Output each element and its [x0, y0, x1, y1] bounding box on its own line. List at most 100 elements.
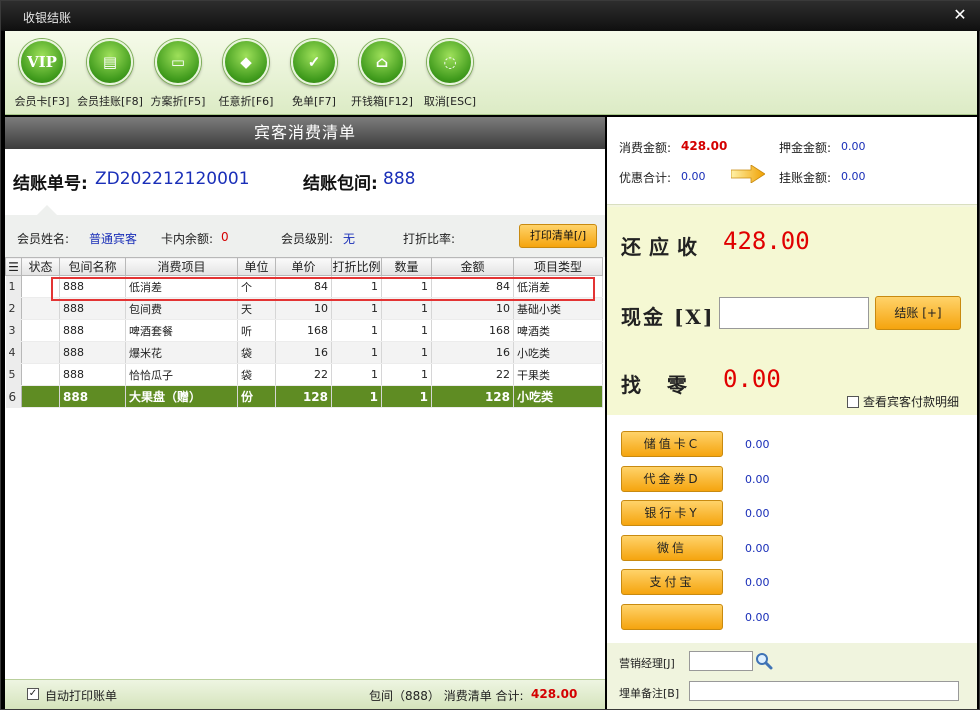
payment-value-2: 0.00 — [745, 507, 770, 520]
deposit-value: 0.00 — [841, 140, 866, 153]
cell-type: 基础小类 — [513, 297, 603, 320]
scheme-discount-icon: ▭ — [155, 39, 201, 85]
cell-discount: 1 — [331, 297, 382, 320]
remark-input[interactable] — [689, 681, 959, 701]
toolbar-button-5[interactable]: ⌂ 开钱箱[F12] — [349, 39, 415, 113]
member-name-label: 会员姓名: — [17, 232, 70, 246]
cell-room: 888 — [59, 385, 126, 408]
consumption-table: ☰ 状态 包间名称 消费项目 单位 单价 打折比例 数量 金额 项目类型 1 888 低消差个 84 1 1… — [5, 257, 605, 408]
cell-amount: 128 — [431, 385, 514, 408]
room-value: 888 — [383, 169, 416, 189]
auto-print-checkbox[interactable]: ✓ — [27, 688, 39, 700]
cell-price: 128 — [275, 385, 332, 408]
credit-label: 挂账金额: — [779, 171, 832, 185]
toolbar-button-1[interactable]: ▤ 会员挂账[F8] — [77, 39, 143, 113]
free-bill-icon: ✓ — [291, 39, 337, 85]
toolbar-button-0[interactable]: VIP 会员卡[F3] — [9, 39, 75, 113]
column-header[interactable]: 项目类型 — [513, 257, 603, 276]
column-header[interactable]: 状态 — [21, 257, 60, 276]
payment-button-4[interactable]: 支付宝 — [621, 569, 723, 595]
search-icon[interactable] — [755, 652, 773, 670]
payment-button-5[interactable] — [621, 603, 723, 630]
footer-summary-text: 包间（888） 消费清单 合计: — [369, 689, 524, 703]
cell-idx: 1 — [5, 275, 22, 298]
cell-idx: 6 — [5, 385, 22, 408]
any-discount-icon: ◆ — [223, 39, 269, 85]
cell-status — [21, 319, 60, 342]
cell-unit: 听 — [237, 319, 276, 342]
cell-type: 低消差 — [513, 275, 603, 298]
payment-button-3[interactable]: 微信 — [621, 534, 723, 561]
deposit-label: 押金金额: — [779, 141, 832, 155]
cell-item: 啤酒套餐 — [125, 319, 238, 342]
column-header[interactable]: 包间名称 — [59, 257, 126, 276]
cell-discount: 1 — [331, 319, 382, 342]
column-header[interactable]: 数量 — [381, 257, 432, 276]
cell-unit: 袋 — [237, 341, 276, 364]
table-row[interactable]: 2 888 包间费天 10 1 1 10 基础小类 — [5, 297, 603, 320]
table-row[interactable]: 1 888 低消差个 84 1 1 84 低消差 — [5, 275, 603, 298]
cell-item: 低消差 — [125, 275, 238, 298]
cell-qty: 1 — [381, 363, 432, 386]
manager-input[interactable] — [689, 651, 753, 671]
column-header[interactable]: 消费项目 — [125, 257, 238, 276]
cash-label: 现金 [X] — [621, 305, 715, 329]
cell-room: 888 — [59, 341, 126, 364]
bill-no-label: 结账单号: — [13, 174, 88, 194]
discount-rate-label: 打折比率: — [403, 232, 456, 246]
toolbar: VIP 会员卡[F3] ▤ 会员挂账[F8] ▭ 方案折[F5] ◆ 任意折[F6] ✓ 免单[F… — [5, 31, 977, 115]
payment-panel: 消费金额: 428.00 押金金额: 0.00 优惠合计: 0.00 挂账金额:… — [607, 117, 977, 709]
column-header[interactable]: 单位 — [237, 257, 276, 276]
cell-qty: 1 — [381, 275, 432, 298]
cell-amount: 10 — [431, 297, 514, 320]
cell-idx: 3 — [5, 319, 22, 342]
print-list-button[interactable]: 打印清单[/] — [519, 224, 597, 248]
auto-print-label: 自动打印账单 — [45, 689, 118, 703]
cell-discount: 1 — [331, 275, 382, 298]
bottom-fields: 营销经理[J] 埋单备注[B] — [607, 643, 977, 709]
cash-drawer-icon: ⌂ — [359, 39, 405, 85]
cell-status — [21, 341, 60, 364]
payment-button-1[interactable]: 代金券D — [621, 465, 723, 492]
cell-room: 888 — [59, 297, 126, 320]
payment-detail-toggle[interactable]: 查看宾客付款明细 — [847, 393, 959, 410]
payment-value-1: 0.00 — [745, 472, 770, 486]
column-header[interactable]: 单价 — [275, 257, 332, 276]
payment-button-2[interactable]: 银行卡Y — [621, 500, 723, 526]
toolbar-button-6[interactable]: ◌ 取消[ESC] — [417, 39, 483, 113]
payment-value-4: 0.00 — [745, 576, 770, 589]
list-footer: ✓ 自动打印账单 包间（888） 消费清单 合计: 428.00 — [5, 679, 605, 709]
table-row[interactable]: 5 888 恰恰瓜子袋 22 1 1 22 干果类 — [5, 363, 603, 386]
table-row[interactable]: 4 888 爆米花袋 16 1 1 16 小吃类 — [5, 341, 603, 364]
payment-button-0[interactable]: 储值卡C — [621, 431, 723, 457]
toolbar-button-4[interactable]: ✓ 免单[F7] — [281, 39, 347, 113]
close-button[interactable]: ✕ — [951, 5, 969, 25]
cell-item: 大果盘（赠） — [125, 385, 238, 408]
payment-value-5: 0.00 — [745, 610, 770, 624]
payment-detail-checkbox[interactable] — [847, 396, 859, 408]
column-header[interactable]: 打折比例 — [331, 257, 382, 276]
cell-room: 888 — [59, 319, 126, 342]
cell-type: 小吃类 — [513, 341, 603, 364]
cell-discount: 1 — [331, 385, 382, 408]
column-header[interactable]: 金额 — [431, 257, 514, 276]
toolbar-button-2[interactable]: ▭ 方案折[F5] — [145, 39, 211, 113]
column-header[interactable]: ☰ — [5, 257, 22, 276]
settle-button[interactable]: 结账 [+] — [875, 296, 961, 330]
cell-item: 包间费 — [125, 297, 238, 320]
card-balance-label: 卡内余额: — [161, 232, 214, 246]
table-row[interactable]: 3 888 啤酒套餐听 168 1 1 168 啤酒类 — [5, 319, 603, 342]
cell-qty: 1 — [381, 341, 432, 364]
amount-summary: 消费金额: 428.00 押金金额: 0.00 优惠合计: 0.00 挂账金额:… — [607, 117, 977, 205]
cell-discount: 1 — [331, 363, 382, 386]
footer-total: 428.00 — [531, 687, 578, 701]
manager-label: 营销经理[J] — [619, 657, 675, 670]
title-bar: 收银结账 ✕ — [1, 1, 980, 31]
cash-input[interactable] — [719, 297, 869, 329]
cell-price: 22 — [275, 363, 332, 386]
room-label: 结账包间: — [303, 174, 378, 194]
member-level-value: 无 — [343, 232, 356, 246]
table-row[interactable]: 6 888 大果盘（赠）份 128 1 1 128 小吃类 — [5, 385, 603, 408]
toolbar-button-3[interactable]: ◆ 任意折[F6] — [213, 39, 279, 113]
cell-type: 小吃类 — [513, 385, 603, 408]
